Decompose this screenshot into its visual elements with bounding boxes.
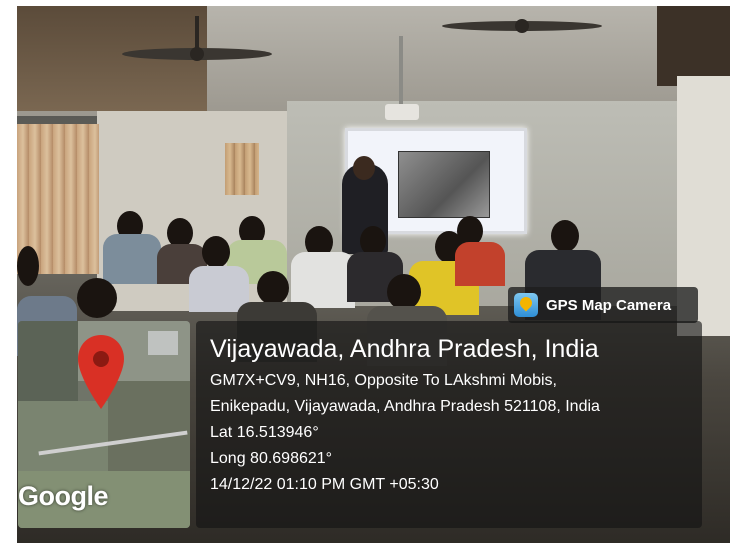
student-body xyxy=(103,234,161,284)
google-logo: Google xyxy=(18,481,109,511)
student-head xyxy=(257,271,289,305)
badge-label: GPS Map Camera xyxy=(546,296,672,314)
student-body xyxy=(455,242,505,286)
student-body xyxy=(291,252,355,308)
projected-slide xyxy=(398,151,490,218)
student-head xyxy=(17,246,39,286)
student-head xyxy=(387,274,421,310)
location-info-panel: Vijayawada, Andhra Pradesh, India GM7X+C… xyxy=(196,321,702,528)
location-title: Vijayawada, Andhra Pradesh, India xyxy=(210,335,599,363)
student-head xyxy=(202,236,230,268)
presenter-head xyxy=(353,156,375,180)
longitude: Long 80.698621° xyxy=(210,450,333,467)
address-line-1: GM7X+CV9, NH16, Opposite To LAkshmi Mobi… xyxy=(210,372,557,389)
wooden-loft-right xyxy=(657,6,730,86)
window-curtain-small xyxy=(225,143,259,195)
gps-map-camera-icon xyxy=(514,293,538,317)
map-thumbnail: Google xyxy=(18,321,190,528)
address-line-2: Enikepadu, Vijayawada, Andhra Pradesh 52… xyxy=(210,398,600,415)
projector-icon xyxy=(385,36,419,120)
gps-map-camera-badge: GPS Map Camera xyxy=(508,287,698,323)
timestamp: 14/12/22 01:10 PM GMT +05:30 xyxy=(210,476,439,493)
student-body xyxy=(189,266,249,312)
map-pin-icon xyxy=(78,335,124,409)
student-head xyxy=(77,278,117,318)
student-head xyxy=(551,220,579,252)
ceiling-fan-icon xyxy=(442,19,602,33)
latitude: Lat 16.513946° xyxy=(210,424,319,441)
ceiling-fan-icon xyxy=(122,16,272,61)
